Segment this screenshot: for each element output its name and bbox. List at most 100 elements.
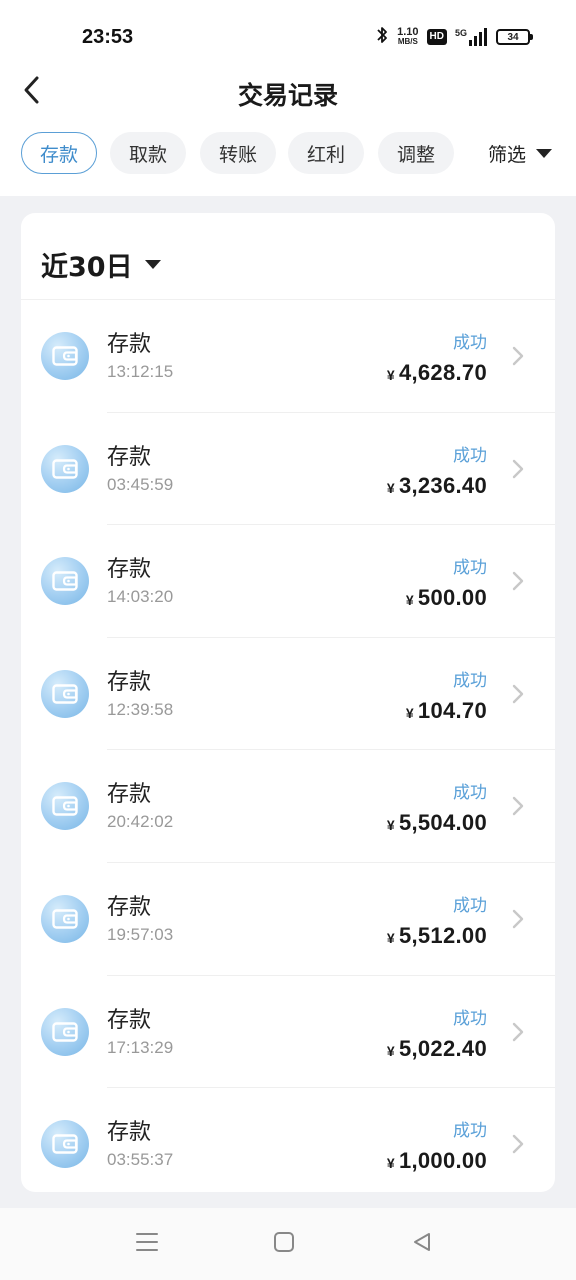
transaction-row[interactable]: 存款 13:12:15 成功 ¥4,628.70: [21, 300, 555, 413]
transaction-time: 20:42:02: [107, 812, 174, 832]
amount-value: 4,628.70: [398, 360, 487, 385]
transaction-status: 成功: [453, 445, 487, 466]
wallet-icon: [41, 332, 89, 380]
signal-5g-icon: 5G: [455, 28, 488, 46]
transaction-amount: ¥4,628.70: [387, 360, 487, 386]
transaction-row[interactable]: 存款 20:42:02 成功 ¥5,504.00: [21, 750, 555, 863]
home-button[interactable]: [270, 1230, 298, 1258]
transaction-time: 03:45:59: [107, 474, 174, 494]
transaction-amount: ¥5,022.40: [387, 1036, 487, 1062]
transaction-type: 存款: [107, 332, 152, 357]
currency-symbol: ¥: [386, 1155, 395, 1172]
amount-value: 5,022.40: [398, 1035, 487, 1061]
menu-button[interactable]: [133, 1230, 161, 1258]
status-icons: 1.10 MB/S HD 5G 34: [375, 24, 533, 50]
status-time: 23:53: [82, 26, 134, 48]
transaction-type: 存款: [107, 894, 152, 920]
transaction-status: 成功: [453, 895, 487, 916]
transaction-status: 成功: [453, 783, 487, 804]
bluetooth-icon: [375, 25, 389, 49]
filter-button[interactable]: 筛选: [488, 132, 552, 174]
tab-transfer[interactable]: 转账: [200, 132, 276, 174]
system-back-button[interactable]: [408, 1230, 436, 1258]
chevron-right-icon: [511, 908, 525, 930]
transaction-row[interactable]: 存款 19:57:03 成功 ¥5,512.00: [21, 863, 555, 976]
currency-symbol: ¥: [386, 1042, 395, 1059]
transaction-time: 14:03:20: [107, 587, 174, 607]
status-bar: 23:53 1.10 MB/S HD 5G 34: [0, 0, 576, 74]
wallet-icon: [41, 669, 89, 718]
transaction-status: 成功: [453, 1121, 487, 1142]
transaction-row[interactable]: 存款 03:45:59 成功 ¥3,236.40: [21, 413, 555, 526]
tab-adjustment[interactable]: 调整: [378, 132, 454, 174]
hd-badge: HD: [426, 29, 447, 45]
currency-symbol: ¥: [386, 817, 395, 834]
network-speed: 1.10 MB/S: [397, 27, 418, 47]
transaction-card: 近30日 存款 13:12:15 成功 ¥4,628.70 存款 03:45:5…: [21, 213, 555, 1192]
amount-value: 104.70: [417, 697, 487, 723]
nav-bar: 交易记录: [0, 74, 576, 114]
transaction-row[interactable]: 存款 12:39:58 成功 ¥104.70: [21, 638, 555, 751]
wallet-icon: [41, 1007, 89, 1056]
transaction-status: 成功: [453, 1008, 487, 1029]
wallet-icon: [41, 782, 89, 831]
transaction-type: 存款: [107, 1007, 152, 1033]
wallet-icon: [41, 444, 89, 493]
back-triangle-icon: [411, 1231, 433, 1257]
network-type: 5G: [454, 28, 467, 38]
network-speed-unit: MB/S: [397, 37, 418, 46]
tab-withdraw[interactable]: 取款: [110, 132, 186, 174]
transaction-amount: ¥1,000.00: [387, 1148, 487, 1174]
amount-value: 1,000.00: [398, 1148, 487, 1174]
currency-symbol: ¥: [405, 704, 414, 721]
chevron-right-icon: [511, 1133, 525, 1155]
transaction-amount: ¥5,512.00: [387, 923, 487, 949]
currency-symbol: ¥: [386, 367, 395, 383]
transaction-amount: ¥104.70: [406, 698, 487, 724]
network-speed-value: 1.10: [397, 26, 419, 38]
chevron-right-icon: [511, 458, 525, 480]
transaction-time: 19:57:03: [107, 924, 174, 944]
transaction-type: 存款: [107, 557, 152, 583]
chevron-right-icon: [511, 345, 525, 367]
transaction-status: 成功: [453, 333, 487, 353]
chevron-right-icon: [511, 683, 525, 705]
amount-value: 500.00: [417, 585, 487, 611]
currency-symbol: ¥: [405, 592, 414, 609]
transaction-type: 存款: [107, 669, 152, 695]
transaction-time: 13:12:15: [107, 362, 174, 381]
triangle-down-icon: [144, 260, 161, 269]
transaction-status: 成功: [453, 558, 487, 579]
amount-value: 3,236.40: [398, 472, 487, 498]
transaction-type: 存款: [107, 444, 152, 470]
transaction-time: 17:13:29: [107, 1037, 174, 1057]
tab-deposit[interactable]: 存款: [21, 132, 97, 174]
amount-value: 5,512.00: [398, 922, 487, 948]
amount-value: 5,504.00: [398, 810, 487, 836]
transaction-list: 存款 13:12:15 成功 ¥4,628.70 存款 03:45:59 成功 …: [21, 300, 555, 1192]
wallet-icon: [41, 557, 89, 606]
transaction-amount: ¥3,236.40: [387, 473, 487, 499]
chevron-right-icon: [511, 570, 525, 592]
menu-icon: [135, 1231, 159, 1257]
transaction-type: 存款: [107, 782, 152, 808]
filter-label: 筛选: [487, 143, 526, 166]
transaction-time: 12:39:58: [107, 699, 174, 719]
chevron-right-icon: [511, 795, 525, 817]
wallet-icon: [41, 1120, 89, 1169]
transaction-row[interactable]: 存款 03:55:37 成功 ¥1,000.00: [21, 1088, 555, 1192]
transaction-row[interactable]: 存款 14:03:20 成功 ¥500.00: [21, 525, 555, 638]
transaction-row[interactable]: 存款 17:13:29 成功 ¥5,022.40: [21, 976, 555, 1089]
system-navigation-bar: [0, 1208, 576, 1280]
wallet-icon: [41, 894, 89, 943]
date-range-select[interactable]: 近30日: [41, 245, 161, 284]
transaction-type: 存款: [107, 1120, 152, 1146]
transaction-status: 成功: [453, 670, 487, 691]
currency-symbol: ¥: [386, 929, 395, 946]
transaction-amount: ¥500.00: [406, 585, 487, 611]
category-tabs: 存款 取款 转账 红利 调整 筛选: [0, 132, 576, 176]
battery-indicator: 34: [496, 29, 533, 45]
page-title: 交易记录: [237, 81, 338, 110]
tab-bonus[interactable]: 红利: [288, 132, 364, 174]
chevron-right-icon: [511, 1021, 525, 1043]
